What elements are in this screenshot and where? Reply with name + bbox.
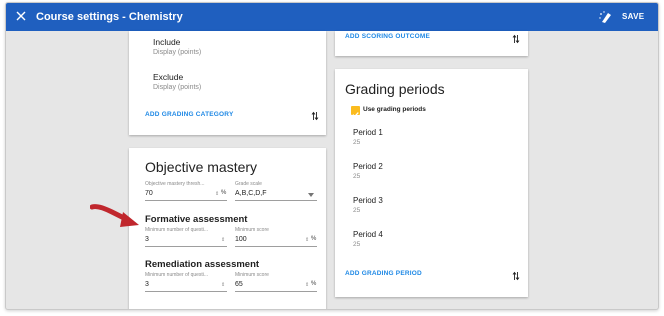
grading-periods-title: Grading periods (345, 81, 445, 97)
mastery-threshold-input[interactable]: 70 (145, 190, 153, 197)
mastery-threshold-label: Objective mastery thresh... (145, 181, 205, 187)
field-underline (235, 200, 317, 201)
close-icon[interactable] (14, 9, 28, 23)
field-underline (145, 246, 227, 247)
grade-scale-label: Grade scale (235, 181, 262, 187)
category-item-sub: Display (points) (153, 49, 202, 56)
remediation-min-questions-label: Minimum number of questi... (145, 272, 209, 278)
remediation-min-questions-input[interactable]: 3 (145, 281, 149, 288)
field-underline (235, 291, 317, 292)
period-name[interactable]: Period 3 (353, 196, 383, 205)
formative-min-questions-input[interactable]: 3 (145, 236, 149, 243)
grading-categories-card: Include Display (points) Exclude Display… (129, 31, 326, 135)
remediation-min-score-label: Minimum score (235, 272, 269, 278)
formative-assessment-title: Formative assessment (145, 214, 248, 225)
check-icon (352, 112, 359, 118)
category-item-name[interactable]: Include (153, 37, 180, 47)
period-value: 25 (353, 241, 361, 248)
scoring-outcomes-card: ADD SCORING OUTCOME (335, 31, 528, 56)
app-bar: Course settings - Chemistry SAVE (6, 3, 658, 31)
period-value: 25 (353, 207, 361, 214)
grading-periods-card: Grading periods Use grading periods Peri… (335, 69, 528, 297)
field-underline (235, 246, 317, 247)
app-window: Course settings - Chemistry SAVE Include… (5, 2, 659, 310)
sort-icon[interactable] (311, 111, 319, 121)
objective-mastery-card: Objective mastery Objective mastery thre… (129, 148, 326, 309)
field-underline (145, 291, 227, 292)
percent-suffix: % (221, 190, 227, 196)
period-name[interactable]: Period 1 (353, 128, 383, 137)
stepper-icon[interactable]: ⇕ (221, 282, 225, 288)
objective-mastery-title: Objective mastery (145, 159, 258, 175)
screenshot-frame: Course settings - Chemistry SAVE Include… (0, 0, 664, 316)
period-name[interactable]: Period 2 (353, 162, 383, 171)
annotation-arrow (90, 204, 139, 227)
period-value: 25 (353, 139, 361, 146)
add-grading-category-button[interactable]: ADD GRADING CATEGORY (145, 111, 234, 118)
category-item-sub: Display (points) (153, 84, 202, 91)
magic-wand-icon[interactable] (598, 10, 614, 24)
stepper-icon[interactable]: ⇕ (215, 191, 219, 197)
field-underline (145, 200, 227, 201)
percent-suffix: % (311, 236, 317, 242)
page-title: Course settings - Chemistry (36, 11, 183, 23)
remediation-assessment-title: Remediation assessment (145, 259, 260, 270)
save-button[interactable]: SAVE (622, 12, 644, 21)
stepper-icon[interactable]: ⇕ (305, 237, 309, 243)
period-name[interactable]: Period 4 (353, 230, 383, 239)
formative-min-score-input[interactable]: 100 (235, 236, 247, 243)
percent-suffix: % (311, 281, 317, 287)
use-grading-periods-checkbox[interactable] (351, 106, 360, 118)
remediation-min-score-input[interactable]: 65 (235, 281, 243, 288)
formative-min-questions-label: Minimum number of questi... (145, 227, 209, 233)
add-grading-period-button[interactable]: ADD GRADING PERIOD (345, 270, 422, 277)
stepper-icon[interactable]: ⇕ (221, 237, 225, 243)
sort-icon[interactable] (512, 34, 520, 44)
add-scoring-outcome-button[interactable]: ADD SCORING OUTCOME (345, 33, 430, 40)
period-value: 25 (353, 173, 361, 180)
stepper-icon[interactable]: ⇕ (305, 282, 309, 288)
grade-scale-select[interactable]: A,B,C,D,F (235, 190, 267, 197)
chevron-down-icon[interactable] (308, 193, 314, 197)
use-grading-periods-label: Use grading periods (363, 106, 426, 113)
formative-min-score-label: Minimum score (235, 227, 269, 233)
category-item-name[interactable]: Exclude (153, 72, 183, 82)
sort-icon[interactable] (512, 271, 520, 281)
